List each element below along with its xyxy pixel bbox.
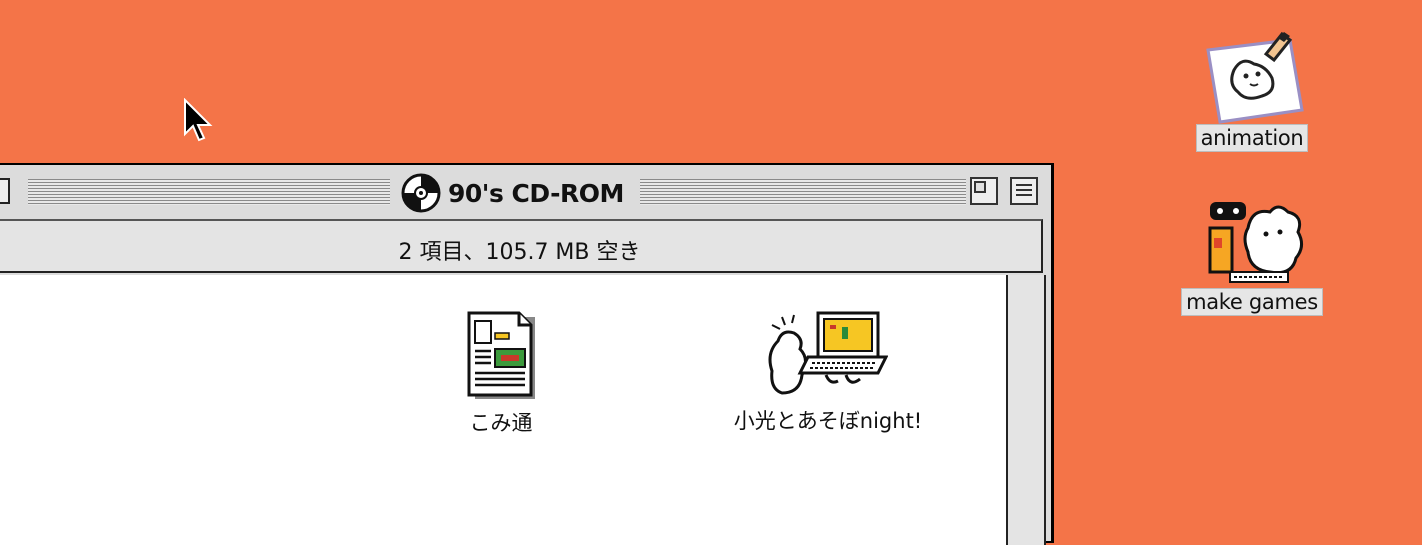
close-box-button[interactable] <box>0 178 10 204</box>
window-info-bar: 2 項目、105.7 MB 空き <box>0 219 1043 273</box>
file-icon-komitsu[interactable]: こみ通 <box>446 311 556 437</box>
file-label: こみ通 <box>469 411 533 435</box>
vertical-scrollbar[interactable] <box>1008 275 1046 545</box>
cd-rom-icon <box>401 173 441 213</box>
document-icon <box>467 311 535 399</box>
window-title-group: 90's CD-ROM <box>394 173 630 213</box>
finder-window: 90's CD-ROM 2 項目、105.7 MB 空き こみ通 小光とあそぼn… <box>0 163 1054 545</box>
window-title: 90's CD-ROM <box>448 178 624 208</box>
laptop-character-icon <box>768 311 889 395</box>
window-title-bar[interactable]: 90's CD-ROM <box>0 165 1051 217</box>
mouse-cursor-icon <box>184 98 213 142</box>
file-label: 小光とあそぼnight! <box>733 409 923 433</box>
desktop-icon-label: make games <box>1181 288 1323 316</box>
zoom-box-button[interactable] <box>970 177 998 205</box>
collapse-box-button[interactable] <box>1010 177 1038 205</box>
desktop-icon-animation[interactable]: animation <box>1188 30 1316 152</box>
title-bar-stripes <box>28 179 390 205</box>
desktop-icon-make-games[interactable]: make games <box>1174 198 1330 316</box>
desktop-icon-label: animation <box>1195 124 1309 152</box>
title-bar-stripes <box>640 179 966 205</box>
item-count-and-free-space: 2 項目、105.7 MB 空き <box>398 240 641 265</box>
drawing-pad-icon <box>1206 31 1304 124</box>
file-icon-koumitsu-night[interactable]: 小光とあそぼnight! <box>698 311 958 435</box>
game-character-icon <box>1208 202 1303 283</box>
